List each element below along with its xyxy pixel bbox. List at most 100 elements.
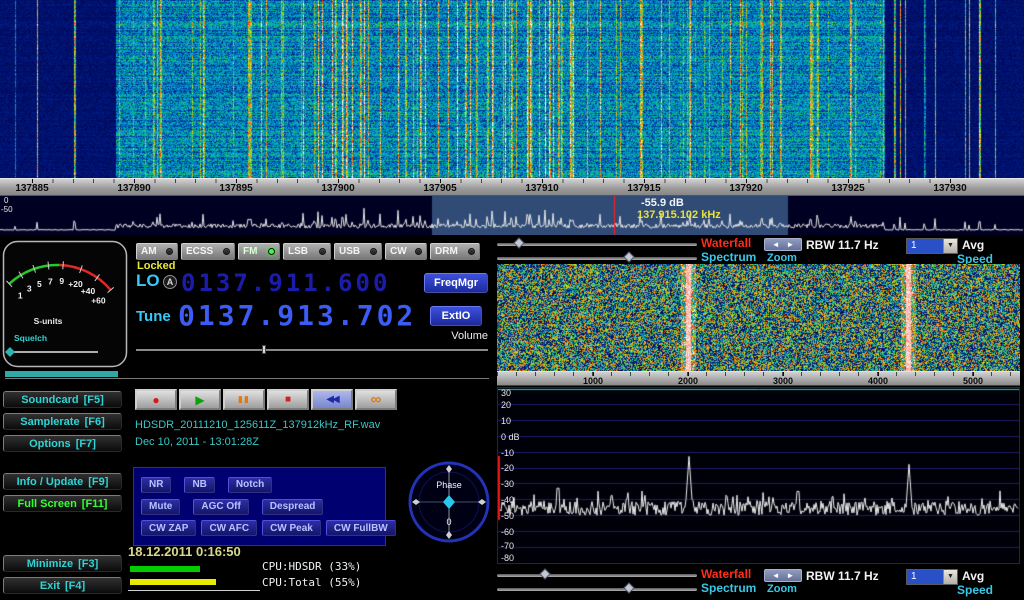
spin-left-icon[interactable]: ◄	[772, 240, 780, 249]
soundcard-button[interactable]: Soundcard[F5]	[3, 391, 122, 408]
extio-button[interactable]: ExtIO	[430, 306, 482, 326]
waterfall-tab[interactable]: Waterfall	[701, 567, 751, 581]
pause-button[interactable]: ▮▮	[223, 389, 265, 410]
despread-label: Despread	[270, 501, 316, 512]
stop-button[interactable]: ■	[267, 389, 309, 410]
mode-label: FM	[243, 246, 257, 257]
meter-tick-label: +40	[81, 286, 96, 296]
rewind-icon: ◀◀	[326, 394, 337, 405]
overview-y-tick: -50	[1, 205, 13, 214]
mode-label: LSB	[288, 246, 308, 257]
lo-frequency[interactable]: 0137.911.600	[181, 269, 390, 297]
tune-frequency[interactable]: 0137.913.702	[178, 299, 416, 332]
samplerate-button[interactable]: Samplerate [F6]	[3, 413, 122, 430]
overview-spectrum-canvas[interactable]	[0, 196, 1024, 235]
squelch-label: Squelch	[14, 333, 47, 343]
s-meter[interactable]: 1 3 5 7 9 +20 +40 +60 S-units Squelch	[2, 240, 128, 368]
avg-label: Avg	[962, 569, 984, 583]
avg-select-value: 1	[907, 570, 943, 584]
pause-icon: ▮▮	[238, 394, 250, 405]
spectrum-y-tick: -80	[501, 553, 514, 563]
nb-button[interactable]: NB	[184, 477, 214, 493]
combo-arrow-icon[interactable]: ▼	[943, 239, 957, 253]
slider-thumb[interactable]	[623, 582, 634, 593]
lo-lock-button[interactable]: A	[163, 275, 177, 289]
spin-right-icon[interactable]: ►	[786, 571, 794, 580]
agc-off-button[interactable]: AGC Off	[193, 499, 248, 515]
avg-select[interactable]: 1 ▼	[906, 238, 958, 254]
button-label: Samplerate	[20, 416, 79, 428]
mode-am-button[interactable]: AM	[136, 243, 178, 260]
mode-usb-button[interactable]: USB	[334, 243, 382, 260]
nr-button[interactable]: NR	[141, 477, 171, 493]
waterfall-contrast-slider[interactable]	[497, 588, 697, 591]
spectrum-tab[interactable]: Spectrum	[701, 250, 756, 264]
mode-row: AM ECSS FM LSB USB CW DRM	[136, 243, 480, 260]
transport-controls: ● ▶ ▮▮ ■ ◀◀ ∞	[135, 389, 397, 410]
record-icon: ●	[152, 393, 159, 407]
phase-dial[interactable]: Phase 0	[408, 461, 490, 543]
main-waterfall[interactable]	[0, 0, 1024, 178]
freq-tick-label: 137895	[214, 183, 258, 194]
frequency-scale[interactable]: 137885 137890 137895 137900 137905 13791…	[0, 178, 1024, 196]
lo-lock-label: A	[167, 277, 174, 287]
mode-cw-button[interactable]: CW	[385, 243, 427, 260]
mode-label: USB	[339, 246, 360, 257]
cw-fullbw-button[interactable]: CW FullBW	[326, 520, 396, 536]
exit-button[interactable]: Exit[F4]	[3, 577, 122, 594]
slider-thumb[interactable]	[623, 251, 634, 262]
waterfall-tab[interactable]: Waterfall	[701, 236, 751, 250]
zoom-spinner[interactable]: ◄ ►	[764, 238, 802, 251]
audio-frequency-scale[interactable]: 1000 2000 3000 4000 5000	[497, 371, 1020, 386]
audio-spectrum-canvas[interactable]	[498, 388, 1019, 563]
squelch-level-bar	[5, 371, 118, 377]
spectrum-tab[interactable]: Spectrum	[701, 581, 756, 595]
rewind-button[interactable]: ◀◀	[311, 389, 353, 410]
mode-fm-button[interactable]: FM	[238, 243, 280, 260]
mode-led	[166, 248, 173, 255]
freqmgr-button[interactable]: FreqMgr	[424, 273, 488, 293]
info-update-button[interactable]: Info / Update[F9]	[3, 473, 122, 490]
loop-icon: ∞	[371, 391, 382, 408]
options-button[interactable]: Options[F7]	[3, 435, 122, 452]
mode-led	[319, 248, 326, 255]
volume-slider[interactable]	[136, 349, 488, 351]
cw-peak-button[interactable]: CW Peak	[262, 520, 321, 536]
squelch-slider[interactable]	[5, 378, 489, 379]
cw-afc-button[interactable]: CW AFC	[201, 520, 257, 536]
slider-thumb[interactable]	[513, 237, 524, 248]
waterfall-brightness-slider[interactable]	[497, 574, 697, 577]
zoom-spinner[interactable]: ◄ ►	[764, 569, 802, 582]
freq-tick-label: 137930	[928, 183, 972, 194]
combo-arrow-icon[interactable]: ▼	[943, 570, 957, 584]
notch-button[interactable]: Notch	[228, 477, 272, 493]
cw-zap-label: CW ZAP	[149, 523, 188, 534]
waterfall-brightness-slider[interactable]	[497, 243, 697, 246]
mode-label: AM	[141, 246, 157, 257]
stop-icon: ■	[285, 394, 291, 405]
audio-spectrum[interactable]: 30 20 10 0 dB -10 -20 -30 -40 -50 -60 -7…	[497, 387, 1020, 564]
spin-left-icon[interactable]: ◄	[772, 571, 780, 580]
record-button[interactable]: ●	[135, 389, 177, 410]
volume-thumb[interactable]	[262, 345, 266, 354]
mode-ecss-button[interactable]: ECSS	[181, 243, 235, 260]
slider-thumb[interactable]	[539, 568, 550, 579]
loop-button[interactable]: ∞	[355, 389, 397, 410]
mode-drm-button[interactable]: DRM	[430, 243, 480, 260]
waterfall-contrast-slider[interactable]	[497, 257, 697, 260]
minimize-button[interactable]: Minimize[F3]	[3, 555, 122, 572]
mute-button[interactable]: Mute	[141, 499, 180, 515]
cw-zap-button[interactable]: CW ZAP	[141, 520, 196, 536]
avg-select[interactable]: 1 ▼	[906, 569, 958, 585]
play-button[interactable]: ▶	[179, 389, 221, 410]
spin-right-icon[interactable]: ►	[786, 240, 794, 249]
overview-spectrum[interactable]: 0 -50 -55.9 dB 137.915.102 kHz	[0, 196, 1024, 235]
mode-lsb-button[interactable]: LSB	[283, 243, 331, 260]
despread-button[interactable]: Despread	[262, 499, 324, 515]
cpu-total-bar	[130, 579, 216, 585]
freq-tick-label: 137910	[520, 183, 564, 194]
button-key: [F6]	[85, 416, 105, 428]
audio-waterfall[interactable]	[497, 264, 1020, 371]
button-key: [F7]	[76, 438, 96, 450]
fullscreen-button[interactable]: Full Screen[F11]	[3, 495, 122, 512]
